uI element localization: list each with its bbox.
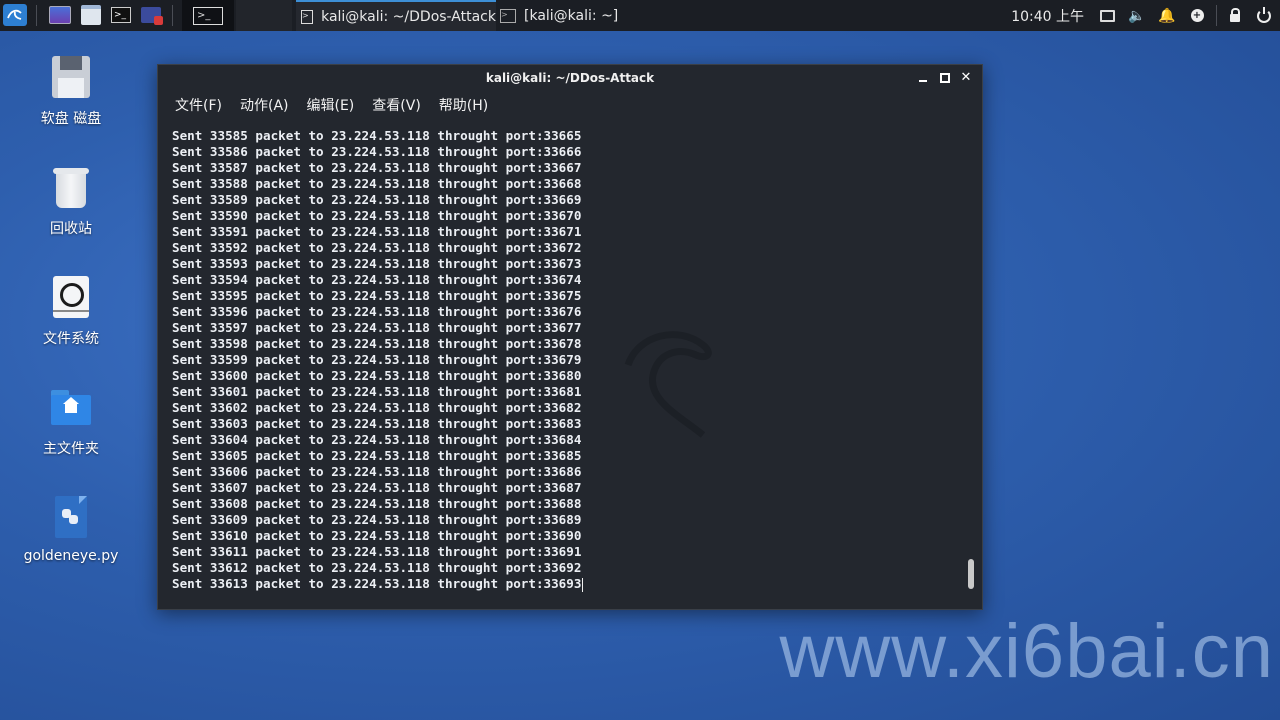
desktop-icon-label: 文件系统 — [43, 331, 99, 347]
terminal-line: Sent 33585 packet to 23.224.53.118 throu… — [172, 128, 582, 143]
terminal-line: Sent 33598 packet to 23.224.53.118 throu… — [172, 336, 582, 351]
terminal-window: kali@kali: ~/DDos-Attack ✕ 文件(F) 动作(A) 编… — [157, 64, 983, 610]
home-folder-icon — [49, 384, 93, 432]
task-terminal-2[interactable]: > [kali@kali: ~] — [498, 0, 628, 31]
terminal-line: Sent 33606 packet to 23.224.53.118 throu… — [172, 464, 582, 479]
desktop-icon-label: 回收站 — [50, 221, 92, 237]
panel-separator — [1216, 5, 1217, 26]
scrollbar-thumb[interactable] — [968, 559, 974, 589]
terminal-workspace-icon[interactable]: >_ — [182, 0, 234, 31]
close-icon: ✕ — [960, 70, 972, 85]
terminal-last-text: Sent 33613 packet to 23.224.53.118 throu… — [172, 576, 582, 591]
notification-bell-icon[interactable]: 🔔 — [1158, 0, 1175, 31]
terminal-line: Sent 33599 packet to 23.224.53.118 throu… — [172, 352, 582, 367]
desktop-icon-home[interactable]: 主文件夹 — [16, 384, 126, 458]
python-file-icon — [49, 494, 93, 542]
filesystem-icon — [49, 274, 93, 322]
volume-icon[interactable]: 🔈 — [1128, 0, 1145, 31]
site-watermark: www.xi6bai.cn — [779, 609, 1274, 694]
terminal-output[interactable]: Sent 33585 packet to 23.224.53.118 throu… — [172, 128, 962, 598]
terminal-line: Sent 33605 packet to 23.224.53.118 throu… — [172, 448, 582, 463]
panel-separator — [172, 5, 173, 26]
terminal-line: Sent 33607 packet to 23.224.53.118 throu… — [172, 480, 582, 495]
terminal-line: Sent 33592 packet to 23.224.53.118 throu… — [172, 240, 582, 255]
floppy-icon — [49, 54, 93, 102]
desktop-icon[interactable] — [48, 4, 72, 26]
window-titlebar[interactable]: kali@kali: ~/DDos-Attack ✕ — [158, 65, 982, 91]
terminal-line: Sent 33608 packet to 23.224.53.118 throu… — [172, 496, 582, 511]
task-terminal-active-label: kali@kali: ~/DDos-Attack — [321, 8, 496, 25]
terminal-line: Sent 33610 packet to 23.224.53.118 throu… — [172, 528, 582, 543]
terminal-line-last: Sent 33613 packet to 23.224.53.118 throu… — [172, 576, 962, 592]
lock-icon[interactable] — [1227, 0, 1243, 31]
terminal-line: Sent 33589 packet to 23.224.53.118 throu… — [172, 192, 582, 207]
terminal-line: Sent 33603 packet to 23.224.53.118 throu… — [172, 416, 582, 431]
top-panel: >_ >_ > kali@kali: ~/DDos-Attack > [kali… — [0, 0, 1280, 31]
text-cursor — [582, 577, 584, 592]
terminal-line: Sent 33594 packet to 23.224.53.118 throu… — [172, 272, 582, 287]
terminal-line: Sent 33590 packet to 23.224.53.118 throu… — [172, 208, 582, 223]
terminal-task-icon: > — [500, 8, 516, 23]
desktop-icon-label: 主文件夹 — [43, 441, 99, 457]
menu-edit[interactable]: 编辑(E) — [298, 95, 364, 119]
terminal-line: Sent 33609 packet to 23.224.53.118 throu… — [172, 512, 582, 527]
menu-bar: 文件(F) 动作(A) 编辑(E) 查看(V) 帮助(H) — [166, 95, 497, 119]
menu-actions[interactable]: 动作(A) — [231, 95, 298, 119]
maximize-icon — [940, 73, 950, 83]
terminal-line: Sent 33588 packet to 23.224.53.118 throu… — [172, 176, 582, 191]
desktop-icon-floppy[interactable]: 软盘 磁盘 — [16, 54, 126, 128]
terminal-line: Sent 33600 packet to 23.224.53.118 throu… — [172, 368, 582, 383]
kali-menu-icon[interactable] — [3, 4, 27, 26]
close-button[interactable]: ✕ — [958, 70, 974, 86]
terminal-icon[interactable]: >_ — [109, 4, 133, 26]
desktop-icon-trash[interactable]: 回收站 — [16, 164, 126, 238]
terminal-line: Sent 33595 packet to 23.224.53.118 throu… — [172, 288, 582, 303]
terminal-line: Sent 33586 packet to 23.224.53.118 throu… — [172, 144, 582, 159]
menu-help[interactable]: 帮助(H) — [430, 95, 497, 119]
minimize-icon — [919, 80, 927, 82]
terminal-line: Sent 33612 packet to 23.224.53.118 throu… — [172, 560, 582, 575]
desktop-icon-label: goldeneye.py — [23, 548, 119, 564]
terminal-line: Sent 33604 packet to 23.224.53.118 throu… — [172, 432, 582, 447]
power-icon[interactable] — [1256, 0, 1272, 31]
display-icon[interactable] — [1099, 0, 1115, 31]
task-terminal-active[interactable]: > kali@kali: ~/DDos-Attack — [296, 0, 496, 31]
terminal-line: Sent 33591 packet to 23.224.53.118 throu… — [172, 224, 582, 239]
terminal-line: Sent 33587 packet to 23.224.53.118 throu… — [172, 160, 582, 175]
update-icon[interactable]: + — [1189, 0, 1205, 31]
menu-view[interactable]: 查看(V) — [363, 95, 430, 119]
workspace-2[interactable] — [236, 0, 292, 31]
terminal-line: Sent 33601 packet to 23.224.53.118 throu… — [172, 384, 582, 399]
terminal-line: Sent 33593 packet to 23.224.53.118 throu… — [172, 256, 582, 271]
file-manager-icon[interactable] — [79, 4, 103, 26]
desktop-icon-filesystem[interactable]: 文件系统 — [16, 274, 126, 348]
terminal-line: Sent 33597 packet to 23.224.53.118 throu… — [172, 320, 582, 335]
terminal-task-icon: > — [301, 9, 314, 24]
window-title: kali@kali: ~/DDos-Attack — [485, 71, 655, 85]
maximize-button[interactable] — [937, 70, 953, 86]
desktop-icon-label: 软盘 磁盘 — [40, 111, 102, 127]
panel-separator — [36, 5, 37, 26]
terminal-line: Sent 33596 packet to 23.224.53.118 throu… — [172, 304, 582, 319]
menu-file[interactable]: 文件(F) — [166, 95, 231, 119]
terminal-line: Sent 33611 packet to 23.224.53.118 throu… — [172, 544, 582, 559]
clock[interactable]: 10:40 上午 — [1011, 0, 1084, 31]
desktop-icon-goldeneye[interactable]: goldeneye.py — [16, 494, 126, 564]
terminal-line: Sent 33602 packet to 23.224.53.118 throu… — [172, 400, 582, 415]
minimize-button[interactable] — [915, 70, 931, 86]
trash-icon — [49, 164, 93, 212]
screen-recorder-icon[interactable] — [139, 4, 163, 26]
terminal-scrollbar[interactable] — [968, 121, 974, 597]
task-terminal-2-label: [kali@kali: ~] — [524, 7, 619, 24]
